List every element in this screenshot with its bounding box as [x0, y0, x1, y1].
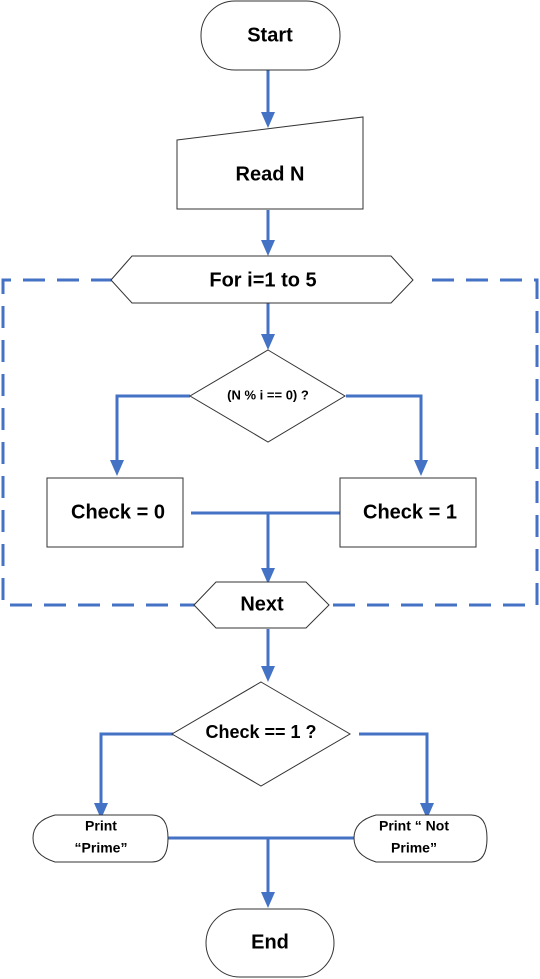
node-cond2[interactable]: Check == 1 ? [171, 681, 351, 787]
loop-label: For i=1 to 5 [209, 269, 316, 291]
cond2-label: Check == 1 ? [205, 722, 316, 742]
arrow-start-read [261, 112, 275, 128]
arrow-next-cond2 [261, 666, 275, 682]
edge-cond2-prime [99, 732, 178, 805]
edge-cond1-check1 [346, 394, 423, 462]
node-next[interactable]: Next [193, 581, 330, 629]
notprime-label-line1: Print “ Not [379, 818, 449, 834]
node-read[interactable]: Read N [176, 116, 364, 210]
arrow-read-loop [261, 240, 275, 256]
read-label: Read N [236, 163, 305, 185]
next-label: Next [240, 593, 284, 615]
node-check0[interactable]: Check = 0 [46, 477, 184, 548]
loop-boundary [1, 278, 539, 607]
node-end[interactable]: End [205, 908, 335, 978]
flowchart-canvas: Start Read N For i=1 to 5 (N % i == 0) ?… [1, 0, 539, 978]
arrow-loop-cond1 [261, 334, 275, 350]
arrow-cond1-check1 [414, 460, 428, 476]
prime-label-line1: Print [85, 818, 117, 834]
node-prime[interactable]: Print “Prime” [32, 814, 169, 863]
edge-cond1-check0 [115, 394, 190, 462]
start-label: Start [247, 24, 293, 46]
arrow-cond1-check0 [110, 460, 124, 476]
node-start[interactable]: Start [200, 0, 341, 71]
node-notprime[interactable]: Print “ Not Prime” [353, 814, 488, 863]
end-label: End [251, 931, 289, 953]
arrow-merge-end [261, 892, 275, 908]
node-loop[interactable]: For i=1 to 5 [110, 255, 414, 304]
edge-cond2-notprime [359, 732, 429, 805]
node-check1[interactable]: Check = 1 [339, 477, 477, 548]
cond1-label: (N % i == 0) ? [227, 387, 309, 402]
check0-label: Check = 0 [71, 501, 165, 523]
prime-label-line2: “Prime” [75, 840, 128, 856]
node-cond1[interactable]: (N % i == 0) ? [189, 349, 346, 443]
check1-label: Check = 1 [363, 501, 457, 523]
notprime-label-line2: Prime” [391, 840, 437, 856]
